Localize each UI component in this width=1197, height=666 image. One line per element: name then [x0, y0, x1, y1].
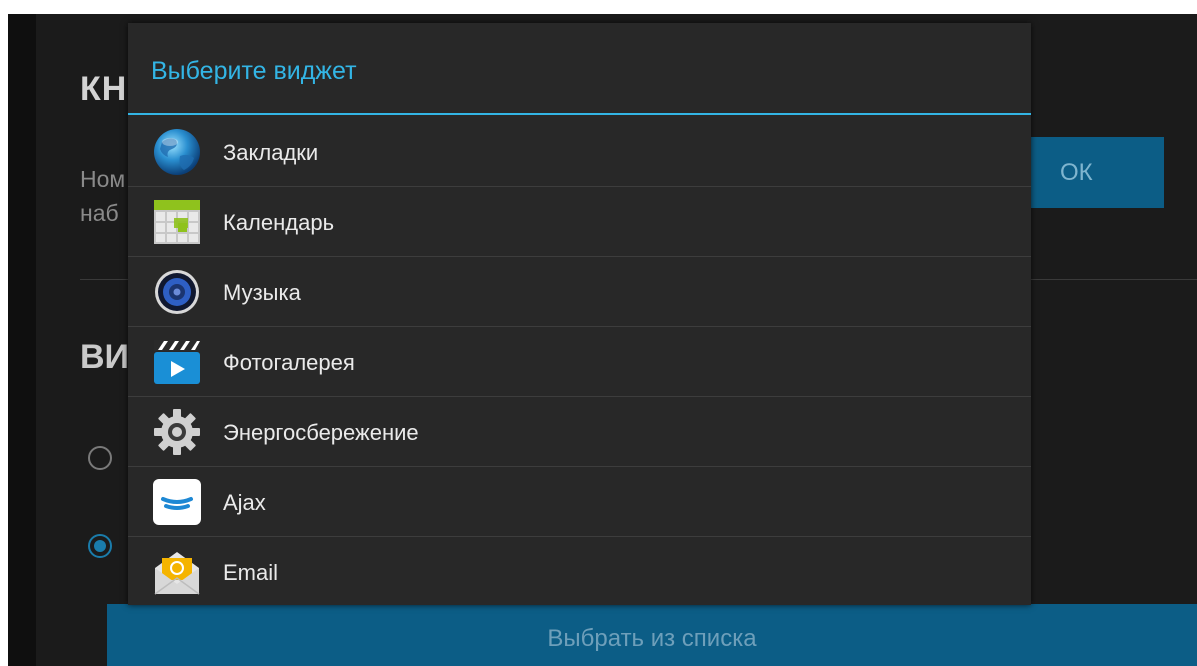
widget-item-label: Закладки: [223, 140, 319, 165]
widget-item-music[interactable]: Музыка: [128, 257, 1031, 327]
calendar-icon: [152, 198, 202, 246]
ajax-logo-icon: [152, 478, 202, 526]
widget-item-power-saving[interactable]: Энергосбережение: [128, 397, 1031, 467]
widget-item-label: Email: [223, 560, 279, 585]
widget-list: Закладки Календарь Музыка Фотогалерея Эн…: [128, 117, 1031, 607]
widget-item-email[interactable]: Email: [128, 537, 1031, 607]
ok-button[interactable]: ОК: [1008, 137, 1164, 208]
dialog-header: Выберите виджет: [128, 23, 1031, 115]
dialog-title: Выберите виджет: [151, 57, 357, 85]
widget-item-label: Фотогалерея: [223, 350, 355, 375]
background-title: КН: [80, 70, 128, 108]
widget-item-ajax[interactable]: Ajax: [128, 467, 1031, 537]
widget-item-bookmarks[interactable]: Закладки: [128, 117, 1031, 187]
widget-picker-dialog: Выберите виджет Закладки Календарь Музык…: [128, 23, 1031, 605]
widget-item-gallery[interactable]: Фотогалерея: [128, 327, 1031, 397]
radio-option-1[interactable]: [88, 446, 112, 470]
widget-item-label: Ajax: [223, 490, 266, 515]
email-icon: [152, 548, 202, 596]
gear-icon: [152, 408, 202, 456]
radio-option-2-selected[interactable]: [88, 534, 112, 558]
widget-item-label: Энергосбережение: [223, 420, 419, 445]
widget-item-label: Календарь: [223, 210, 335, 235]
clapperboard-icon: [152, 338, 202, 386]
globe-icon: [152, 128, 202, 176]
widget-item-label: Музыка: [223, 280, 301, 305]
speaker-icon: [152, 268, 202, 316]
widget-item-calendar[interactable]: Календарь: [128, 187, 1031, 257]
select-from-list-button[interactable]: Выбрать из списка: [107, 604, 1197, 666]
background-section-title: ВИ: [80, 338, 129, 376]
